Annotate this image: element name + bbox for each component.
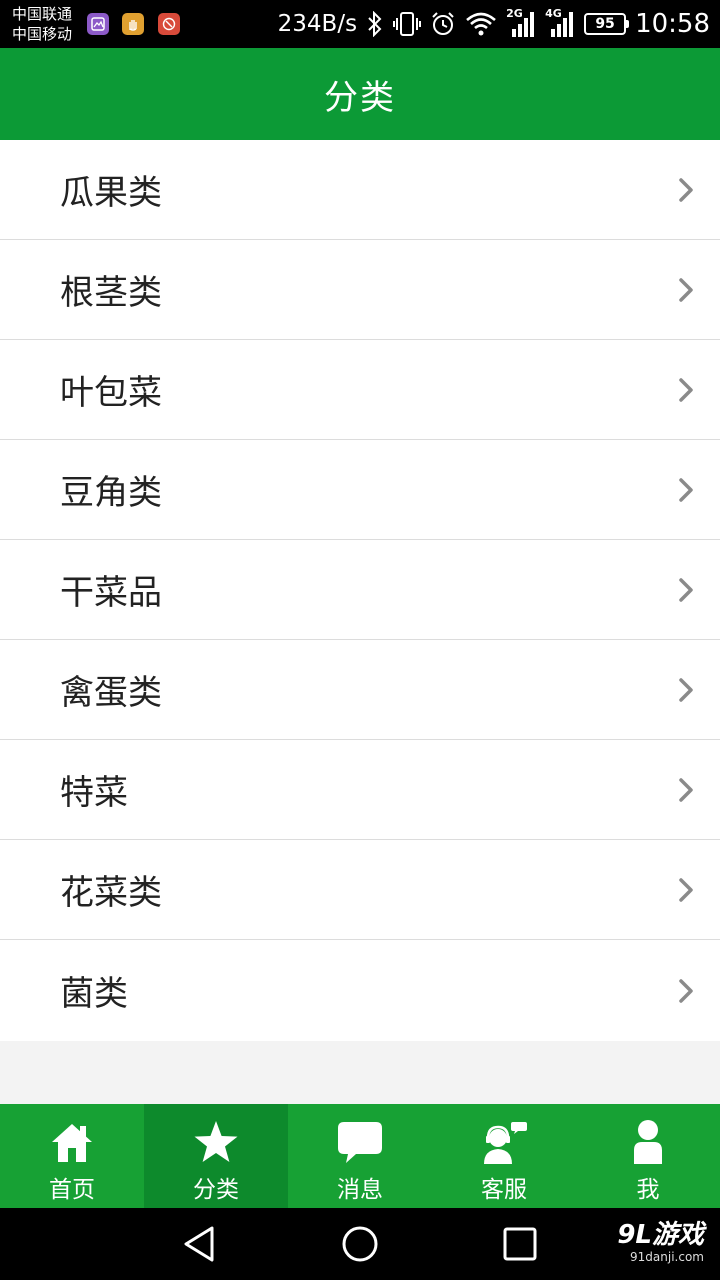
watermark: 9L游戏 91danji.com xyxy=(617,1220,704,1264)
category-item-specialty[interactable]: 特菜 xyxy=(0,740,720,840)
category-item-melon-fruit[interactable]: 瓜果类 xyxy=(0,140,720,240)
alarm-icon xyxy=(432,12,454,35)
category-label: 豆角类 xyxy=(60,473,162,513)
net-type-1: 2G xyxy=(506,7,523,20)
bluetooth-icon xyxy=(368,11,382,37)
page-title: 分类 xyxy=(324,77,396,118)
tab-me[interactable]: 我 xyxy=(576,1104,720,1208)
chevron-right-icon xyxy=(679,377,693,402)
user-icon xyxy=(634,1120,662,1164)
chevron-right-icon xyxy=(679,577,693,602)
chevron-right-icon xyxy=(679,277,693,302)
gallery-app-icon xyxy=(87,13,109,35)
customer-service-icon xyxy=(484,1122,527,1164)
tab-messages[interactable]: 消息 xyxy=(288,1104,432,1208)
carrier-2: 中国移动 xyxy=(12,25,73,43)
tab-category[interactable]: 分类 xyxy=(144,1104,288,1208)
category-label: 叶包菜 xyxy=(60,373,162,413)
chevron-right-icon xyxy=(679,477,693,502)
category-label: 根茎类 xyxy=(60,273,162,313)
chevron-right-icon xyxy=(679,177,693,202)
chevron-right-icon xyxy=(679,877,693,902)
system-nav-bar: 9L游戏 91danji.com xyxy=(0,1208,720,1280)
category-item-root[interactable]: 根茎类 xyxy=(0,240,720,340)
signal-2: 4G xyxy=(545,7,575,39)
net-speed: 234B/s xyxy=(277,11,358,37)
status-indicators: 234B/s 2G 4G 95 10:58 xyxy=(278,0,710,48)
category-list: 瓜果类 根茎类 叶包菜 豆角类 干菜品 禽蛋类 特菜 花菜类 菌类 xyxy=(0,140,720,1041)
message-icon xyxy=(338,1122,382,1163)
category-item-mushrooms[interactable]: 菌类 xyxy=(0,940,720,1041)
vibrate-icon xyxy=(393,12,422,36)
tab-label: 分类 xyxy=(193,1177,239,1203)
chevron-right-icon xyxy=(679,978,693,1003)
chevron-right-icon xyxy=(679,777,693,802)
status-bar: 中国联通 中国移动 234B/s 2G 4G 95 10:58 xyxy=(0,0,720,48)
watermark-logo: 9L游戏 xyxy=(617,1220,704,1250)
bottom-nav: 首页 分类 消息 客服 我 xyxy=(0,1104,720,1208)
tab-label: 首页 xyxy=(49,1177,95,1203)
recent-apps-icon[interactable] xyxy=(500,1224,540,1264)
tab-label: 我 xyxy=(636,1177,660,1203)
net-type-2: 4G xyxy=(545,7,562,20)
category-item-beans[interactable]: 豆角类 xyxy=(0,440,720,540)
tab-customer-service[interactable]: 客服 xyxy=(432,1104,576,1208)
category-label: 菌类 xyxy=(60,974,128,1014)
carrier-1: 中国联通 xyxy=(12,5,73,23)
back-icon[interactable] xyxy=(180,1224,220,1264)
carrier-info: 中国联通 中国移动 xyxy=(12,4,72,44)
category-label: 干菜品 xyxy=(60,573,162,613)
category-item-leafy-cabbage[interactable]: 叶包菜 xyxy=(0,340,720,440)
category-label: 花菜类 xyxy=(60,873,162,913)
category-label: 禽蛋类 xyxy=(60,673,162,713)
category-label: 瓜果类 xyxy=(60,173,162,213)
app-header: 分类 xyxy=(0,48,720,140)
home-button-icon[interactable] xyxy=(340,1224,380,1264)
chevron-right-icon xyxy=(679,677,693,702)
battery-level: 95 xyxy=(595,16,615,32)
tab-home[interactable]: 首页 xyxy=(0,1104,144,1208)
signal-1: 2G xyxy=(506,7,536,39)
category-label: 特菜 xyxy=(60,773,128,813)
category-item-flower-vegetables[interactable]: 花菜类 xyxy=(0,840,720,940)
home-icon xyxy=(52,1124,92,1162)
clock: 10:58 xyxy=(635,9,710,39)
category-item-dried-vegetables[interactable]: 干菜品 xyxy=(0,540,720,640)
star-icon xyxy=(194,1121,238,1162)
hand-app-icon xyxy=(122,13,144,35)
wifi-icon xyxy=(466,12,496,36)
tab-label: 客服 xyxy=(481,1177,527,1203)
watermark-url: 91danji.com xyxy=(630,1250,704,1264)
category-item-poultry-eggs[interactable]: 禽蛋类 xyxy=(0,640,720,740)
tool-app-icon xyxy=(158,13,180,35)
tab-label: 消息 xyxy=(337,1177,383,1203)
battery-icon: 95 xyxy=(584,13,630,35)
screen: 中国联通 中国移动 234B/s 2G 4G 95 10:58 分类 瓜果类 根… xyxy=(0,0,720,1280)
